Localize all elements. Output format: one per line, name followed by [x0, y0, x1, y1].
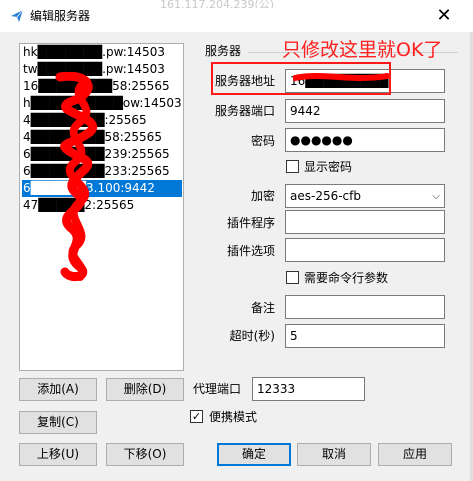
- cmd-args-checkbox[interactable]: [286, 271, 299, 284]
- apply-button[interactable]: 应用: [378, 443, 452, 466]
- timeout-input[interactable]: 5: [285, 324, 445, 348]
- remarks-label: 备注: [250, 301, 275, 315]
- list-item[interactable]: hk███████.pw:14503: [22, 44, 182, 61]
- list-item[interactable]: 47█████2:25565: [22, 197, 182, 214]
- close-button[interactable]: ✕: [433, 6, 455, 26]
- server-port-label: 服务器端口: [214, 104, 275, 118]
- delete-button[interactable]: 删除(D): [106, 378, 184, 401]
- portable-mode-checkbox[interactable]: ✓: [190, 410, 203, 423]
- password-label: 密码: [250, 134, 275, 148]
- remarks-input[interactable]: [285, 295, 445, 319]
- list-item[interactable]: 4████████58:25565: [22, 129, 182, 146]
- cancel-button[interactable]: 取消: [297, 443, 371, 466]
- list-item[interactable]: 6████████233:25565: [22, 163, 182, 180]
- portable-mode-label: 便携模式: [209, 410, 258, 424]
- window-title: 编辑服务器: [30, 9, 91, 23]
- server-list[interactable]: hk███████.pw:14503 tw███████.pw:14503 16…: [19, 43, 184, 371]
- proxy-port-label: 代理端口: [193, 382, 242, 396]
- background-window-text: 161.117.204.239(公): [160, 0, 275, 8]
- annotation-text: 只修改这里就OK了: [282, 39, 443, 61]
- plugin-options-input[interactable]: [285, 238, 445, 262]
- list-item[interactable]: 4████████:25565: [22, 112, 182, 129]
- server-port-input[interactable]: 9442: [285, 99, 445, 123]
- move-down-button[interactable]: 下移(O): [106, 443, 184, 466]
- paper-plane-icon: [11, 9, 24, 22]
- ok-button[interactable]: 确定: [217, 443, 291, 466]
- password-input[interactable]: ●●●●●●: [285, 128, 445, 152]
- proxy-port-input[interactable]: 12333: [252, 377, 365, 401]
- list-item[interactable]: 6████████239:25565: [22, 146, 182, 163]
- plugin-program-label: 插件程序: [226, 216, 275, 230]
- list-item[interactable]: h██████████ow:14503: [22, 95, 182, 112]
- group-title: 服务器: [205, 44, 242, 58]
- encryption-label: 加密: [250, 189, 275, 203]
- move-up-button[interactable]: 上移(U): [19, 443, 97, 466]
- encryption-value: aes-256-cfb: [290, 189, 361, 203]
- show-password-label: 显示密码: [304, 160, 353, 174]
- list-item-selected[interactable]: 6██████3.100:9442: [22, 180, 182, 197]
- add-button[interactable]: 添加(A): [19, 378, 97, 401]
- list-item[interactable]: tw███████.pw:14503: [22, 61, 182, 78]
- timeout-label: 超时(秒): [229, 329, 275, 343]
- list-item[interactable]: 16████████58:25565: [22, 78, 182, 95]
- annotation-highlight-box: [211, 62, 391, 95]
- encryption-select[interactable]: aes-256-cfb ⌵: [285, 184, 445, 208]
- show-password-checkbox[interactable]: [286, 160, 299, 173]
- copy-button[interactable]: 复制(C): [19, 411, 97, 434]
- plugin-options-label: 插件选项: [226, 244, 275, 258]
- plugin-program-input[interactable]: [285, 210, 445, 234]
- chevron-down-icon: ⌵: [432, 191, 440, 202]
- cmd-args-label: 需要命令行参数: [304, 271, 389, 285]
